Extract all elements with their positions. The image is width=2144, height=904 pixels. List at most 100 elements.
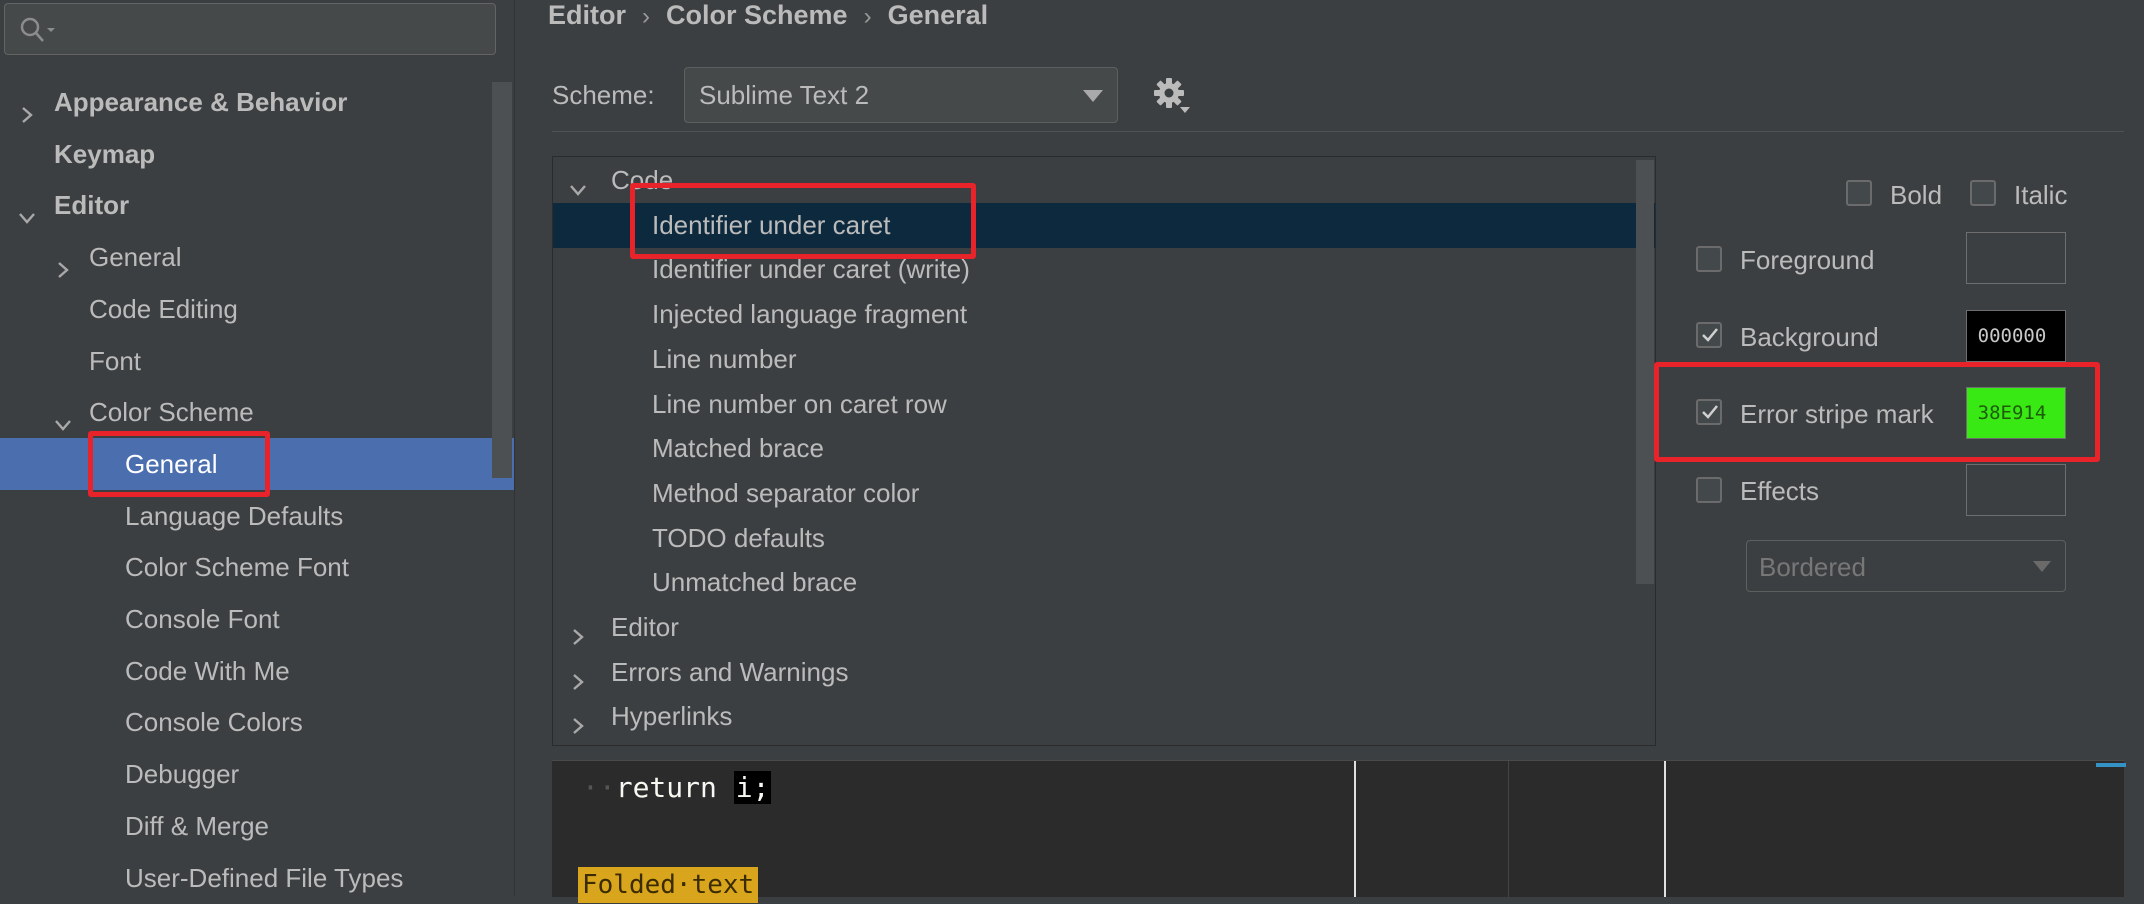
sidebar-item[interactable]: Color Scheme Font: [0, 541, 514, 593]
sidebar-item[interactable]: Debugger: [0, 748, 514, 800]
chevron-right-icon[interactable]: [16, 104, 38, 126]
foreground-label: Foreground: [1740, 245, 1875, 275]
tree-row[interactable]: Method separator color: [553, 471, 1655, 516]
sidebar-item[interactable]: General: [0, 231, 514, 283]
sidebar-item[interactable]: Appearance & Behavior: [0, 76, 514, 128]
tree-row[interactable]: Matched brace: [553, 426, 1655, 471]
tree-row-label: Unmatched brace: [652, 567, 858, 598]
effect-type-value: Bordered: [1759, 552, 1866, 582]
sidebar-item-label: General: [125, 448, 218, 479]
sidebar-item[interactable]: Diff & Merge: [0, 800, 514, 852]
code-preview[interactable]: ··return i; Folded·text: [552, 760, 2126, 903]
tree-row-label: Matched brace: [652, 433, 824, 464]
sidebar-item-label: Language Defaults: [125, 500, 344, 531]
tree-row-label: Method separator color: [652, 477, 920, 508]
chevron-right-icon[interactable]: [52, 259, 74, 281]
chevron-holder[interactable]: [52, 401, 74, 432]
tree-row[interactable]: Editor: [553, 605, 1655, 650]
sidebar-item-label: Code Editing: [89, 293, 238, 324]
bold-checkbox[interactable]: [1846, 180, 1872, 206]
tree-row-label: Editor: [611, 612, 679, 642]
chevron-down-icon[interactable]: [16, 207, 38, 229]
error-stripe-checkbox[interactable]: [1696, 399, 1722, 425]
chevron-holder[interactable]: [16, 91, 38, 123]
error-stripe-label: Error stripe mark: [1740, 399, 1934, 429]
tree-scrollbar[interactable]: [1636, 160, 1654, 584]
visual-guide: [1508, 761, 1509, 897]
tree-row-label: Errors and Warnings: [611, 656, 849, 687]
background-color-swatch[interactable]: 000000: [1966, 310, 2066, 362]
chevron-right-icon[interactable]: [567, 671, 589, 693]
identifier-text: i: [735, 771, 753, 804]
sidebar-item[interactable]: Color Scheme: [0, 386, 514, 438]
italic-checkbox[interactable]: [1970, 180, 1996, 206]
tree-row[interactable]: Injected language fragment: [553, 292, 1655, 337]
sidebar-scrollbar[interactable]: [492, 82, 512, 478]
sidebar-item[interactable]: Keymap: [0, 128, 514, 180]
bold-label: Bold: [1890, 180, 1943, 210]
semicolon-text: ;: [752, 771, 770, 804]
scheme-label: Scheme:: [552, 80, 655, 110]
scheme-dropdown[interactable]: Sublime Text 2: [684, 67, 1118, 123]
sidebar-item[interactable]: Editor: [0, 179, 514, 231]
chevron-right-icon[interactable]: [567, 715, 589, 737]
foreground-color-swatch[interactable]: [1966, 232, 2066, 284]
effects-color-swatch[interactable]: [1966, 464, 2066, 516]
tree-row[interactable]: Line number on caret row: [553, 382, 1655, 427]
right-margin-guide: [1354, 761, 1356, 897]
sidebar-item[interactable]: Console Colors: [0, 696, 514, 748]
search-icon: [20, 17, 55, 42]
breadcrumb-item[interactable]: Editor: [548, 0, 626, 30]
italic-label: Italic: [2014, 180, 2068, 210]
chevron-holder[interactable]: [16, 194, 38, 225]
error-stripe-color-swatch[interactable]: 38E914: [1966, 387, 2066, 439]
tree-row[interactable]: Unmatched brace: [553, 560, 1655, 605]
dropdown-arrow-icon: [2033, 561, 2051, 572]
tree-row-label: Identifier under caret (write): [652, 254, 970, 285]
background-checkbox[interactable]: [1696, 322, 1722, 348]
sidebar-item-label: Color Scheme Font: [125, 552, 349, 583]
sidebar-item[interactable]: Console Font: [0, 593, 514, 645]
sidebar-item-label: Code With Me: [125, 655, 290, 686]
divider: [552, 131, 2124, 132]
tree-row[interactable]: Identifier under caret: [553, 202, 1655, 248]
tree-row[interactable]: Hyperlinks: [553, 694, 1655, 739]
preview-identifier: i;: [733, 771, 772, 804]
sidebar-item-label: Font: [89, 345, 142, 376]
sidebar-item[interactable]: General: [0, 437, 514, 490]
effects-checkbox[interactable]: [1696, 477, 1722, 503]
color-elements-tree: Code Identifier under caret Identifier und…: [552, 156, 1656, 746]
tree-row[interactable]: Errors and Warnings: [553, 650, 1655, 695]
breadcrumb-item[interactable]: Color Scheme: [666, 0, 848, 30]
tree-row-label: Identifier under caret: [652, 209, 891, 240]
chevron-holder[interactable]: [52, 246, 74, 278]
chevron-holder[interactable]: [567, 170, 589, 196]
chevron-right-icon[interactable]: [567, 626, 589, 648]
sidebar-item-label: Console Font: [125, 604, 280, 634]
tree-row[interactable]: TODO defaults: [553, 516, 1655, 561]
sidebar-item-label: Diff & Merge: [125, 810, 270, 841]
chevron-down-icon[interactable]: [567, 179, 589, 201]
tree-row-label: TODO defaults: [652, 522, 825, 553]
sidebar-item[interactable]: Language Defaults: [0, 490, 514, 542]
sidebar-item[interactable]: Code Editing: [0, 283, 514, 335]
settings-sidebar: Appearance & Behavior Keymap Editor General…: [0, 0, 515, 896]
chevron-holder[interactable]: [567, 617, 589, 645]
tree-row[interactable]: Line number: [553, 337, 1655, 382]
foreground-checkbox[interactable]: [1696, 246, 1722, 272]
sidebar-item-label: Console Colors: [125, 707, 303, 738]
gear-icon[interactable]: [1152, 76, 1192, 116]
breadcrumb: Editor › Color Scheme › General: [548, 0, 988, 30]
sidebar-item[interactable]: Code With Me: [0, 645, 514, 697]
chevron-holder[interactable]: [567, 662, 589, 690]
settings-search-input[interactable]: [4, 3, 496, 55]
effect-type-dropdown[interactable]: Bordered: [1746, 540, 2066, 592]
tree-row[interactable]: Code: [553, 158, 1655, 203]
chevron-holder[interactable]: [567, 706, 589, 735]
breadcrumb-separator-icon: ›: [863, 3, 872, 30]
whitespace-dots: ··: [582, 771, 616, 804]
tree-row[interactable]: Identifier under caret (write): [553, 247, 1655, 292]
tree-row-label: Injected language fragment: [652, 299, 968, 330]
sidebar-item[interactable]: Font: [0, 335, 514, 387]
chevron-down-icon[interactable]: [52, 414, 74, 436]
